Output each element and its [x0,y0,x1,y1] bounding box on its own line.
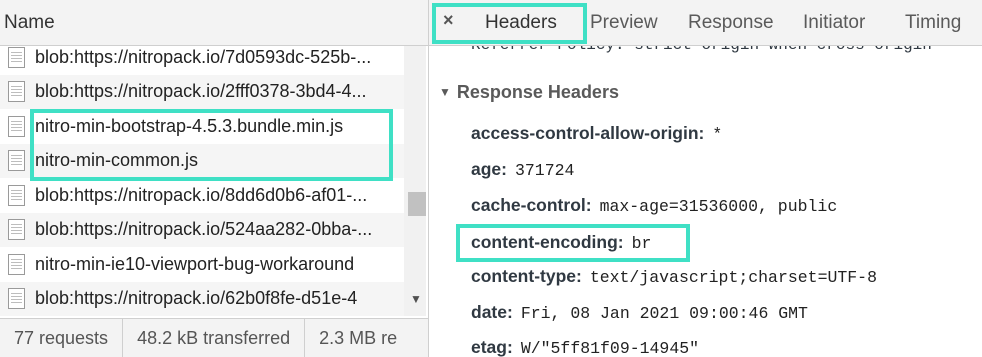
header-value: text/javascript;charset=UTF-8 [589,268,877,287]
header-row: content-type: text/javascript;charset=UTF… [471,266,877,287]
tab-headers[interactable]: Headers [485,12,557,34]
request-row[interactable]: nitro-min-bootstrap-4.5.3.bundle.min.js [0,109,404,144]
header-row: etag: W/"5ff81f09-14945" [471,337,699,357]
request-row[interactable]: blob:https://nitropack.io/7d0593dc-525b-… [0,46,404,75]
header-row: date: Fri, 08 Jan 2021 09:00:46 GMT [471,302,808,323]
request-list: blob:https://nitropack.io/7d0593dc-525b-… [0,46,404,316]
request-name: blob:https://nitropack.io/524aa282-0bba-… [35,219,373,240]
header-value: 371724 [514,161,575,180]
name-column-header[interactable]: Name [0,0,428,46]
request-count: 77 requests [0,319,124,357]
header-key: content-encoding: [471,232,624,252]
request-name: blob:https://nitropack.io/7d0593dc-525b-… [35,46,372,67]
request-name: nitro-min-common.js [35,150,199,171]
header-row: age: 371724 [471,159,574,180]
request-row[interactable]: nitro-min-ie10-viewport-bug-workaround [0,247,404,282]
request-name: blob:https://nitropack.io/8dd6d0b6-af01-… [35,184,368,205]
request-name: blob:https://nitropack.io/2fff0378-3bd4-… [35,81,367,102]
header-key: cache-control: [471,195,592,215]
header-key: etag: [471,337,513,357]
header-value: W/"5ff81f09-14945" [520,339,700,357]
tab-preview[interactable]: Preview [590,12,658,34]
file-icon [8,288,25,310]
header-value: Fri, 08 Jan 2021 09:00:46 GMT [520,304,808,323]
header-key: content-type: [471,266,582,286]
tab-timing[interactable]: Timing [905,12,961,34]
request-name: nitro-min-bootstrap-4.5.3.bundle.min.js [35,115,344,136]
headers-content: Referrer-Policy: strict-origin-when-cros… [429,46,982,357]
request-list-pane: Name blob:https://nitropack.io/7d0593dc-… [0,0,429,357]
triangle-down-icon: ▼ [439,85,451,99]
name-column-label: Name [4,12,55,33]
header-value: max-age=31536000, public [599,197,838,216]
referrer-policy-row: Referrer-Policy: strict-origin-when-cros… [471,46,932,54]
transferred-size: 48.2 kB transferred [123,319,306,357]
request-row[interactable]: blob:https://nitropack.io/524aa282-0bba-… [0,212,404,247]
request-details-pane: × Headers Preview Response Initiator Tim… [429,0,982,357]
header-row: cache-control: max-age=31536000, public [471,195,837,216]
request-row[interactable]: blob:https://nitropack.io/8dd6d0b6-af01-… [0,178,404,213]
file-icon [8,81,25,103]
request-name: blob:https://nitropack.io/62b0f8fe-d51e-… [35,288,358,309]
details-tab-bar: × Headers Preview Response Initiator Tim… [429,0,982,46]
request-name: nitro-min-ie10-viewport-bug-workaround [35,253,355,274]
request-row[interactable]: blob:https://nitropack.io/62b0f8fe-d51e-… [0,281,404,316]
close-icon[interactable]: × [443,10,454,31]
header-row: content-encoding: br [471,232,651,253]
file-icon [8,115,25,137]
file-icon [8,46,25,68]
file-icon [8,150,25,172]
network-status-bar: 77 requests 48.2 kB transferred 2.3 MB r… [0,318,428,357]
header-key: age: [471,159,507,179]
request-row[interactable]: blob:https://nitropack.io/2fff0378-3bd4-… [0,74,404,109]
file-icon [8,184,25,206]
tab-initiator[interactable]: Initiator [803,12,865,34]
section-title: Response Headers [456,82,619,102]
scrollbar-thumb[interactable] [408,192,426,216]
resources-size: 2.3 MB re [319,328,398,348]
header-value: br [631,234,652,253]
request-row[interactable]: nitro-min-common.js [0,143,404,178]
response-headers-section[interactable]: ▼ Response Headers [439,82,619,103]
header-key: access-control-allow-origin: [471,123,705,143]
header-row: access-control-allow-origin: * [471,123,722,144]
header-value: * [712,125,723,144]
file-icon [8,253,25,275]
scroll-down-arrow-icon[interactable]: ▼ [410,292,422,306]
request-list-scrollbar[interactable]: ▼ [404,46,426,316]
tab-response[interactable]: Response [688,12,774,34]
file-icon [8,219,25,241]
header-key: date: [471,302,513,322]
